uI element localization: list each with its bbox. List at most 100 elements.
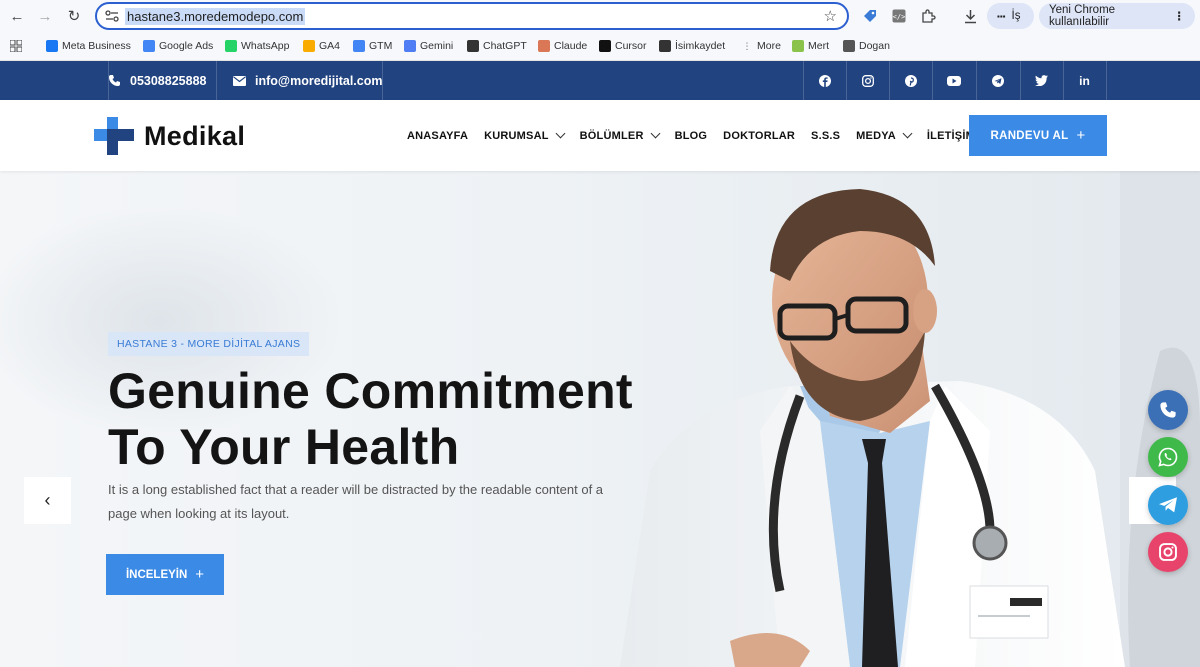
plus-icon: + bbox=[195, 566, 205, 583]
hero-title-line-1: Genuine Commitment bbox=[108, 363, 633, 419]
phone-float-button[interactable] bbox=[1148, 390, 1188, 430]
bookmark-mert[interactable]: Mert bbox=[792, 38, 829, 54]
bookmark-star-icon[interactable]: ☆ bbox=[824, 7, 837, 25]
url-text[interactable]: hastane3.moredemodepo.com bbox=[125, 8, 306, 25]
nav-item-label: BLOG bbox=[674, 129, 708, 142]
nav-item-kurumsal[interactable]: KURUMSAL bbox=[484, 128, 566, 142]
telegram-icon bbox=[1158, 496, 1178, 514]
appointment-button-label: RANDEVU AL bbox=[990, 129, 1069, 142]
site-logo[interactable]: Medikal bbox=[94, 117, 245, 155]
analytics-icon bbox=[303, 40, 315, 52]
address-bar[interactable]: hastane3.moredemodepo.com ☆ bbox=[95, 2, 849, 30]
bookmark-chatgpt[interactable]: ChatGPT bbox=[467, 38, 527, 54]
bookmark-google-ads[interactable]: Google Ads bbox=[143, 38, 213, 54]
topbar-email-text: info@moredijital.com bbox=[255, 73, 383, 88]
bookmark-cursor[interactable]: Cursor bbox=[599, 38, 647, 54]
bookmark-label: Google Ads bbox=[159, 40, 214, 52]
download-icon[interactable] bbox=[961, 7, 979, 25]
explore-button[interactable]: İNCELEYİN + bbox=[106, 554, 224, 595]
youtube-icon[interactable] bbox=[932, 61, 975, 100]
more-icon: ⋮ bbox=[742, 41, 752, 51]
bookmark-whatsapp[interactable]: WhatsApp bbox=[225, 38, 289, 54]
phone-icon bbox=[1159, 401, 1177, 419]
bookmark-dogan[interactable]: Dogan bbox=[843, 38, 890, 54]
chrome-update-button[interactable]: Yeni Chrome kullanılabilir ⋮ bbox=[1039, 3, 1195, 29]
google-icon bbox=[143, 40, 155, 52]
bookmark-meta-business[interactable]: Meta Business bbox=[46, 38, 131, 54]
svg-text:</>: </> bbox=[893, 13, 906, 21]
chevron-down-icon bbox=[902, 128, 913, 139]
apps-grid-icon[interactable] bbox=[10, 38, 22, 54]
bookmark-i-simkaydet[interactable]: İsimkaydet bbox=[659, 38, 725, 54]
medical-cross-logo-icon bbox=[94, 117, 134, 155]
isimkaydet-icon bbox=[659, 40, 671, 52]
nav-item-label: S.S.S bbox=[811, 129, 841, 142]
hero-title: Genuine Commitment To Your Health bbox=[108, 363, 668, 475]
hero-tag: HASTANE 3 - MORE DİJİTAL AJANS bbox=[108, 332, 310, 356]
phone-icon bbox=[109, 75, 120, 86]
bookmark-label: GA4 bbox=[319, 40, 341, 52]
telegram-float-button[interactable] bbox=[1148, 485, 1188, 525]
appointment-button[interactable]: RANDEVU AL + bbox=[969, 115, 1107, 156]
cursor-icon bbox=[599, 40, 611, 52]
linkedin-icon[interactable]: in bbox=[1063, 61, 1106, 100]
whatsapp-icon bbox=[225, 40, 237, 52]
topbar-email[interactable]: info@moredijital.com bbox=[233, 61, 382, 100]
hero-title-line-2: To Your Health bbox=[108, 419, 460, 475]
extension-code-icon[interactable]: </> bbox=[890, 7, 908, 25]
site-header: Medikal ANASAYFA KURUMSAL BÖLÜMLER BLOG DOKT… bbox=[0, 100, 1200, 171]
bookmark-label: İsimkaydet bbox=[675, 40, 726, 52]
facebook-icon[interactable] bbox=[803, 61, 846, 100]
bookmark-label: More bbox=[757, 40, 781, 52]
whatsapp-float-button[interactable] bbox=[1148, 437, 1188, 477]
profile-button[interactable]: ▪▪▪ İş bbox=[987, 3, 1034, 29]
back-icon[interactable]: ← bbox=[8, 7, 26, 25]
browser-toolbar: ← → ↻ hastane3.moredemodepo.com ☆ </> ▪▪… bbox=[0, 0, 1200, 32]
extension-tag-icon[interactable] bbox=[861, 7, 879, 25]
nav-item-label: ANASAYFA bbox=[407, 129, 469, 142]
chevron-down-icon bbox=[555, 128, 566, 139]
envelope-icon bbox=[233, 75, 246, 86]
pinterest-icon[interactable] bbox=[889, 61, 932, 100]
nav-item-blog[interactable]: BLOG bbox=[675, 130, 708, 142]
profile-label: İş bbox=[1011, 10, 1021, 22]
bookmark-label: ChatGPT bbox=[483, 40, 527, 52]
extensions-puzzle-icon[interactable] bbox=[919, 7, 937, 25]
bookmark-label: GTM bbox=[369, 40, 393, 52]
nav-item-s-s-s[interactable]: S.S.S bbox=[811, 130, 840, 142]
profile-avatar-icon: ▪▪▪ bbox=[997, 11, 1006, 21]
nav-item-medya[interactable]: MEDYA bbox=[856, 128, 913, 142]
menu-kebab-icon[interactable]: ⋮ bbox=[1174, 9, 1186, 23]
instagram-icon[interactable] bbox=[846, 61, 889, 100]
instagram-float-button[interactable] bbox=[1148, 532, 1188, 572]
explore-button-label: İNCELEYİN bbox=[125, 568, 188, 581]
bookmark-gemini[interactable]: Gemini bbox=[404, 38, 453, 54]
gtm-icon bbox=[353, 40, 365, 52]
twitter-icon[interactable] bbox=[1020, 61, 1063, 100]
reload-icon[interactable]: ↻ bbox=[65, 7, 83, 25]
bookmark-label: Claude bbox=[554, 40, 588, 52]
slider-prev-button[interactable]: ‹ bbox=[24, 477, 71, 524]
forward-icon[interactable]: → bbox=[36, 7, 54, 25]
bookmark-label: Meta Business bbox=[62, 40, 131, 52]
bookmark-ga4[interactable]: GA4 bbox=[303, 38, 340, 54]
nav-item-label: DOKTORLAR bbox=[723, 129, 796, 142]
hero-slider: HASTANE 3 - MORE DİJİTAL AJANS Genuine C… bbox=[0, 171, 1200, 667]
claude-icon bbox=[538, 40, 550, 52]
nav-item-doktorlar[interactable]: DOKTORLAR bbox=[723, 130, 795, 142]
topbar-phone-text: 05308825888 bbox=[130, 73, 207, 88]
globe-icon bbox=[843, 40, 855, 52]
bookmark-gtm[interactable]: GTM bbox=[353, 38, 392, 54]
nav-item-label: BÖLÜMLER bbox=[579, 129, 644, 142]
telegram-icon[interactable] bbox=[976, 61, 1019, 100]
nav-item-bölümler[interactable]: BÖLÜMLER bbox=[579, 128, 661, 142]
hero-description: It is a long established fact that a rea… bbox=[108, 482, 604, 521]
bookmark-more[interactable]: ⋮ More bbox=[741, 38, 781, 54]
nav-item-i-leti-şi-m[interactable]: İLETİŞİM bbox=[927, 130, 975, 142]
topbar-phone[interactable]: 05308825888 bbox=[108, 61, 206, 100]
instagram-icon bbox=[1159, 543, 1177, 561]
bookmark-claude[interactable]: Claude bbox=[538, 38, 587, 54]
nav-item-anasayfa[interactable]: ANASAYFA bbox=[407, 130, 468, 142]
update-label: Yeni Chrome kullanılabilir bbox=[1049, 4, 1116, 28]
site-info-icon[interactable] bbox=[105, 10, 119, 22]
